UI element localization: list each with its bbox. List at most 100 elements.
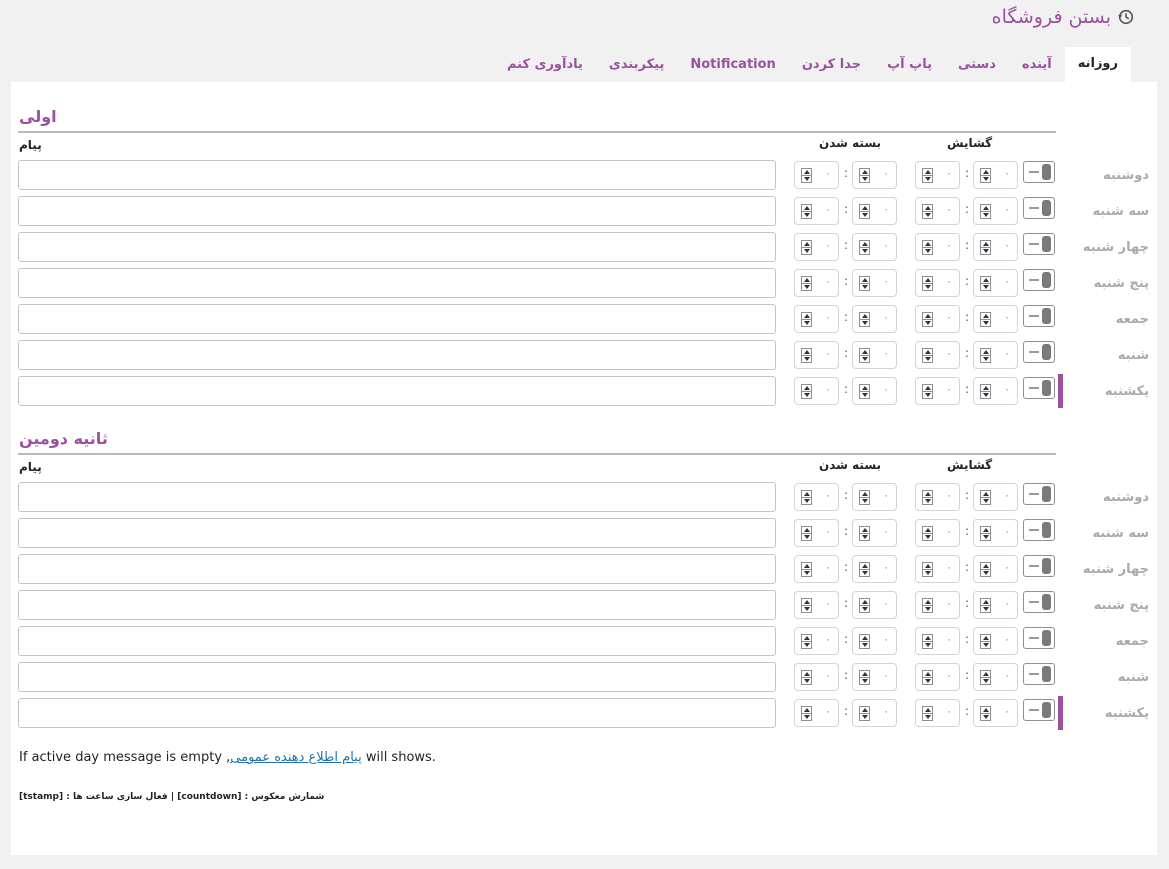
day-toggle[interactable] bbox=[1023, 555, 1055, 577]
message-input[interactable] bbox=[18, 482, 776, 512]
close-hour-stepper[interactable]: ۰ bbox=[794, 233, 839, 261]
open-hour-stepper[interactable]: ۰ bbox=[915, 483, 960, 511]
stepper-arrows-icon[interactable] bbox=[859, 348, 870, 363]
close-minute-stepper[interactable]: ۰ bbox=[852, 341, 897, 369]
close-hour-stepper[interactable]: ۰ bbox=[794, 699, 839, 727]
stepper-arrows-icon[interactable] bbox=[922, 276, 933, 291]
stepper-arrows-icon[interactable] bbox=[980, 526, 991, 541]
stepper-arrows-icon[interactable] bbox=[922, 562, 933, 577]
day-toggle[interactable] bbox=[1023, 161, 1055, 183]
open-minute-stepper[interactable]: ۰ bbox=[973, 591, 1018, 619]
close-minute-stepper[interactable]: ۰ bbox=[852, 377, 897, 405]
stepper-arrows-icon[interactable] bbox=[980, 240, 991, 255]
stepper-arrows-icon[interactable] bbox=[980, 562, 991, 577]
stepper-arrows-icon[interactable] bbox=[801, 312, 812, 327]
stepper-arrows-icon[interactable] bbox=[922, 490, 933, 505]
day-toggle[interactable] bbox=[1023, 341, 1055, 363]
day-toggle[interactable] bbox=[1023, 269, 1055, 291]
stepper-arrows-icon[interactable] bbox=[859, 168, 870, 183]
open-hour-stepper[interactable]: ۰ bbox=[915, 519, 960, 547]
open-minute-stepper[interactable]: ۰ bbox=[973, 269, 1018, 297]
open-hour-stepper[interactable]: ۰ bbox=[915, 627, 960, 655]
stepper-arrows-icon[interactable] bbox=[801, 670, 812, 685]
stepper-arrows-icon[interactable] bbox=[801, 240, 812, 255]
day-toggle[interactable] bbox=[1023, 233, 1055, 255]
close-hour-stepper[interactable]: ۰ bbox=[794, 161, 839, 189]
tab-6[interactable]: پیکربندی bbox=[596, 49, 677, 82]
open-hour-stepper[interactable]: ۰ bbox=[915, 197, 960, 225]
stepper-arrows-icon[interactable] bbox=[980, 276, 991, 291]
open-hour-stepper[interactable]: ۰ bbox=[915, 663, 960, 691]
stepper-arrows-icon[interactable] bbox=[859, 312, 870, 327]
day-toggle[interactable] bbox=[1023, 519, 1055, 541]
message-input[interactable] bbox=[18, 626, 776, 656]
close-hour-stepper[interactable]: ۰ bbox=[794, 377, 839, 405]
stepper-arrows-icon[interactable] bbox=[922, 598, 933, 613]
stepper-arrows-icon[interactable] bbox=[980, 312, 991, 327]
close-minute-stepper[interactable]: ۰ bbox=[852, 519, 897, 547]
open-minute-stepper[interactable]: ۰ bbox=[973, 233, 1018, 261]
stepper-arrows-icon[interactable] bbox=[801, 348, 812, 363]
open-minute-stepper[interactable]: ۰ bbox=[973, 555, 1018, 583]
open-hour-stepper[interactable]: ۰ bbox=[915, 377, 960, 405]
open-hour-stepper[interactable]: ۰ bbox=[915, 269, 960, 297]
stepper-arrows-icon[interactable] bbox=[801, 562, 812, 577]
open-minute-stepper[interactable]: ۰ bbox=[973, 305, 1018, 333]
message-input[interactable] bbox=[18, 304, 776, 334]
tab-7[interactable]: یادآوری کنم bbox=[494, 49, 596, 82]
close-minute-stepper[interactable]: ۰ bbox=[852, 591, 897, 619]
close-hour-stepper[interactable]: ۰ bbox=[794, 197, 839, 225]
close-minute-stepper[interactable]: ۰ bbox=[852, 663, 897, 691]
close-minute-stepper[interactable]: ۰ bbox=[852, 627, 897, 655]
stepper-arrows-icon[interactable] bbox=[801, 384, 812, 399]
open-minute-stepper[interactable]: ۰ bbox=[973, 699, 1018, 727]
general-notice-link[interactable]: پیام اطلاع دهنده عمومی bbox=[230, 750, 361, 765]
close-hour-stepper[interactable]: ۰ bbox=[794, 269, 839, 297]
stepper-arrows-icon[interactable] bbox=[801, 706, 812, 721]
tab-1[interactable]: آینده bbox=[1009, 49, 1065, 82]
close-minute-stepper[interactable]: ۰ bbox=[852, 483, 897, 511]
stepper-arrows-icon[interactable] bbox=[801, 276, 812, 291]
close-hour-stepper[interactable]: ۰ bbox=[794, 483, 839, 511]
open-hour-stepper[interactable]: ۰ bbox=[915, 699, 960, 727]
stepper-arrows-icon[interactable] bbox=[859, 562, 870, 577]
open-minute-stepper[interactable]: ۰ bbox=[973, 377, 1018, 405]
open-hour-stepper[interactable]: ۰ bbox=[915, 161, 960, 189]
message-input[interactable] bbox=[18, 662, 776, 692]
stepper-arrows-icon[interactable] bbox=[922, 634, 933, 649]
stepper-arrows-icon[interactable] bbox=[859, 384, 870, 399]
tab-0[interactable]: روزانه bbox=[1064, 47, 1131, 82]
close-hour-stepper[interactable]: ۰ bbox=[794, 663, 839, 691]
close-minute-stepper[interactable]: ۰ bbox=[852, 161, 897, 189]
open-hour-stepper[interactable]: ۰ bbox=[915, 305, 960, 333]
tab-3[interactable]: پاپ آپ bbox=[874, 49, 945, 82]
close-minute-stepper[interactable]: ۰ bbox=[852, 269, 897, 297]
stepper-arrows-icon[interactable] bbox=[980, 490, 991, 505]
open-hour-stepper[interactable]: ۰ bbox=[915, 341, 960, 369]
open-minute-stepper[interactable]: ۰ bbox=[973, 161, 1018, 189]
open-minute-stepper[interactable]: ۰ bbox=[973, 663, 1018, 691]
day-toggle[interactable] bbox=[1023, 591, 1055, 613]
stepper-arrows-icon[interactable] bbox=[922, 348, 933, 363]
stepper-arrows-icon[interactable] bbox=[859, 490, 870, 505]
open-minute-stepper[interactable]: ۰ bbox=[973, 197, 1018, 225]
stepper-arrows-icon[interactable] bbox=[859, 634, 870, 649]
stepper-arrows-icon[interactable] bbox=[980, 204, 991, 219]
stepper-arrows-icon[interactable] bbox=[922, 384, 933, 399]
open-minute-stepper[interactable]: ۰ bbox=[973, 341, 1018, 369]
stepper-arrows-icon[interactable] bbox=[859, 670, 870, 685]
stepper-arrows-icon[interactable] bbox=[922, 168, 933, 183]
stepper-arrows-icon[interactable] bbox=[801, 598, 812, 613]
stepper-arrows-icon[interactable] bbox=[859, 276, 870, 291]
close-minute-stepper[interactable]: ۰ bbox=[852, 197, 897, 225]
close-hour-stepper[interactable]: ۰ bbox=[794, 305, 839, 333]
close-hour-stepper[interactable]: ۰ bbox=[794, 555, 839, 583]
open-minute-stepper[interactable]: ۰ bbox=[973, 483, 1018, 511]
stepper-arrows-icon[interactable] bbox=[859, 706, 870, 721]
stepper-arrows-icon[interactable] bbox=[922, 240, 933, 255]
close-minute-stepper[interactable]: ۰ bbox=[852, 305, 897, 333]
stepper-arrows-icon[interactable] bbox=[980, 598, 991, 613]
stepper-arrows-icon[interactable] bbox=[801, 634, 812, 649]
message-input[interactable] bbox=[18, 196, 776, 226]
message-input[interactable] bbox=[18, 340, 776, 370]
